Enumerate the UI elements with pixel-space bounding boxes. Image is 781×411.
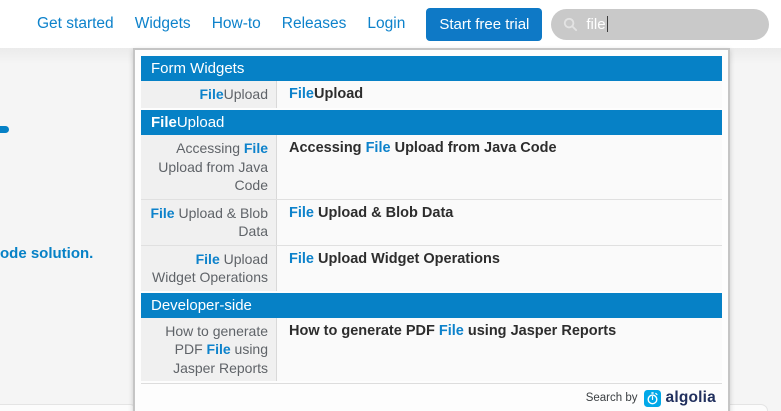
- background-partial-text: ode solution.: [0, 245, 93, 262]
- result-title-cell: File Upload & Blob Data: [277, 200, 722, 245]
- start-free-trial-button[interactable]: Start free trial: [426, 8, 542, 41]
- result-title-cell: Accessing File Upload from Java Code: [277, 135, 722, 199]
- background-heading-fragment: [0, 126, 9, 133]
- result-text-segment: Developer-side: [151, 297, 252, 314]
- search-input[interactable]: file: [551, 9, 769, 40]
- section-header: Form Widgets: [141, 56, 722, 81]
- result-title-cell: FileUpload: [277, 81, 722, 108]
- result-text-segment: File: [289, 251, 314, 267]
- section-header: Developer-side: [141, 293, 722, 318]
- result-text-segment: Upload from Java Code: [158, 159, 268, 194]
- result-text-segment: Upload: [314, 86, 363, 102]
- result-text-segment: File: [366, 140, 391, 156]
- result-text-segment: File: [207, 341, 231, 357]
- result-text-segment: Upload & Blob Data: [314, 205, 453, 221]
- nav-link-login[interactable]: Login: [367, 15, 405, 33]
- text-caret: [607, 16, 609, 32]
- result-text-segment: Upload: [177, 114, 225, 131]
- result-text-segment: Upload from Java Code: [391, 140, 557, 156]
- algolia-stopwatch-icon: [644, 390, 661, 407]
- result-text-segment: File: [150, 205, 174, 221]
- search-results-dropdown: Form WidgetsFileUploadFileUploadFileUplo…: [133, 48, 730, 411]
- result-category-cell: Accessing File Upload from Java Code: [141, 135, 277, 199]
- result-text-segment: File: [439, 323, 464, 339]
- result-text-segment: File: [151, 114, 177, 131]
- result-text-segment: File: [244, 140, 268, 156]
- result-text-segment: File: [200, 86, 224, 102]
- result-text-segment: File: [196, 251, 220, 267]
- result-text-segment: Accessing: [289, 140, 366, 156]
- dropdown-footer: Search by algolia: [141, 383, 722, 411]
- result-text-segment: Accessing: [176, 140, 244, 156]
- result-title-cell: How to generate PDF File using Jasper Re…: [277, 318, 722, 382]
- top-navigation-bar: Get started Widgets How-to Releases Logi…: [0, 0, 781, 48]
- search-result-row[interactable]: File Upload Widget OperationsFile Upload…: [141, 245, 722, 291]
- nav-link-widgets[interactable]: Widgets: [135, 15, 191, 33]
- result-text-segment: using Jasper Reports: [464, 323, 616, 339]
- result-category-cell: How to generate PDF File using Jasper Re…: [141, 318, 277, 382]
- nav-link-releases[interactable]: Releases: [282, 15, 347, 33]
- result-text-segment: File: [289, 86, 314, 102]
- dropdown-sections: Form WidgetsFileUploadFileUploadFileUplo…: [141, 56, 722, 381]
- result-category-cell: FileUpload: [141, 81, 277, 108]
- result-text-segment: File: [289, 205, 314, 221]
- background-card: [0, 404, 137, 411]
- search-result-row[interactable]: Accessing File Upload from Java CodeAcce…: [141, 135, 722, 199]
- search-result-row[interactable]: FileUploadFileUpload: [141, 81, 722, 108]
- section-header: FileUpload: [141, 110, 722, 135]
- result-title-cell: File Upload Widget Operations: [277, 246, 722, 291]
- search-result-row[interactable]: File Upload & Blob DataFile Upload & Blo…: [141, 199, 722, 245]
- result-category-cell: File Upload Widget Operations: [141, 246, 277, 291]
- search-icon: [563, 17, 578, 32]
- result-text-segment: Form Widgets: [151, 60, 244, 77]
- result-category-cell: File Upload & Blob Data: [141, 200, 277, 245]
- algolia-link[interactable]: algolia: [644, 389, 717, 407]
- search-result-row[interactable]: How to generate PDF File using Jasper Re…: [141, 318, 722, 382]
- nav-link-get-started[interactable]: Get started: [37, 15, 114, 33]
- algolia-wordmark: algolia: [666, 389, 717, 407]
- result-text-segment: Upload Widget Operations: [314, 251, 500, 267]
- result-text-segment: Upload & Blob Data: [175, 205, 268, 240]
- result-text-segment: Upload: [224, 86, 268, 102]
- result-text-segment: How to generate PDF: [289, 323, 439, 339]
- nav-link-how-to[interactable]: How-to: [212, 15, 261, 33]
- search-by-label: Search by: [586, 392, 638, 404]
- search-query-text: file: [586, 16, 605, 33]
